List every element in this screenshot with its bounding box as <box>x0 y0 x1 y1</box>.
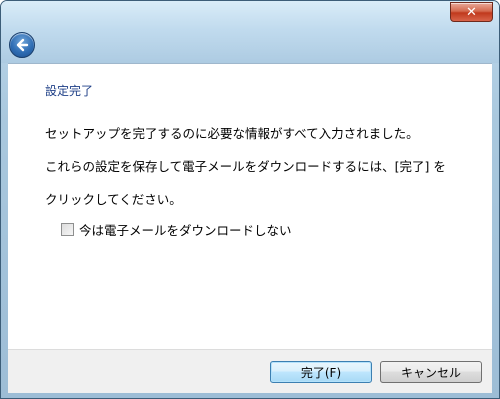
skip-download-checkbox[interactable] <box>61 223 74 236</box>
content-panel: 設定完了 セットアップを完了するのに必要な情報がすべて入力されました。 これらの… <box>8 63 492 349</box>
back-arrow-icon <box>16 38 29 52</box>
close-button[interactable]: ✕ <box>450 2 493 22</box>
info-text-line-1: セットアップを完了するのに必要な情報がすべて入力されました。 <box>45 126 419 141</box>
cancel-button[interactable]: キャンセル <box>380 361 482 383</box>
button-bar: 完了(F) キャンセル <box>8 349 492 393</box>
skip-download-option[interactable]: 今は電子メールをダウンロードしない <box>61 220 292 239</box>
close-icon: ✕ <box>466 4 477 20</box>
title-bar: ✕ <box>1 1 499 63</box>
info-text-line-2: これらの設定を保存して電子メールをダウンロードするには、[完了] を <box>45 159 446 174</box>
back-button[interactable] <box>9 32 35 58</box>
page-title: 設定完了 <box>45 84 94 98</box>
finish-button[interactable]: 完了(F) <box>270 361 372 383</box>
wizard-window: ✕ 設定完了 セットアップを完了するのに必要な情報がすべて入力されました。 これ… <box>0 0 500 399</box>
info-text-line-3: クリックしてください。 <box>45 192 182 207</box>
skip-download-label[interactable]: 今は電子メールをダウンロードしない <box>79 220 292 239</box>
